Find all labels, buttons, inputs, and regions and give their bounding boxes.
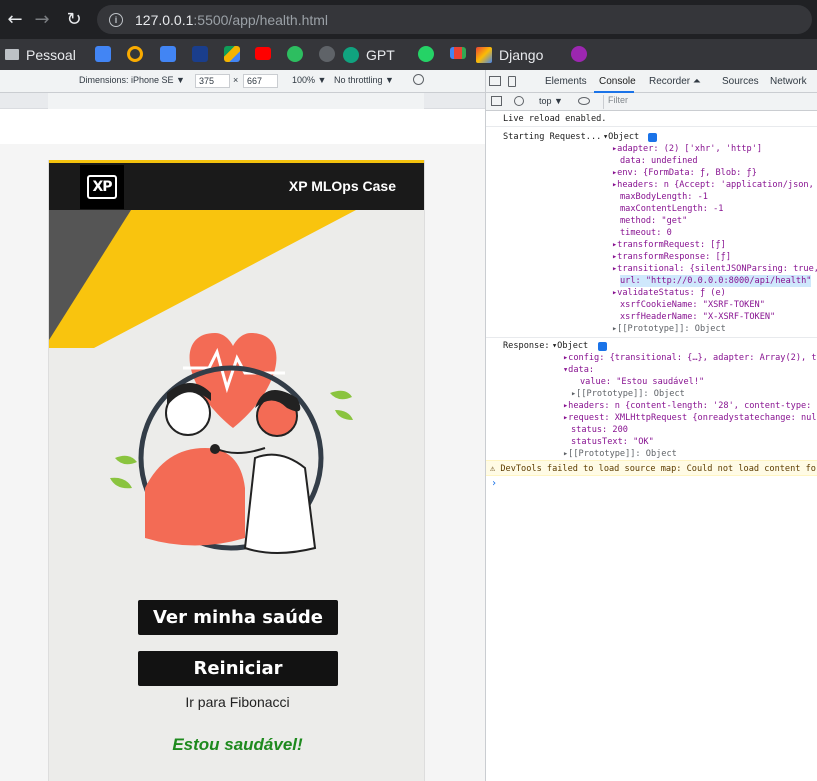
calendar-icon[interactable] [160, 46, 176, 62]
object-property: data: undefined [620, 156, 698, 166]
folder-icon [5, 49, 19, 60]
console-message: Response: [503, 341, 555, 351]
whatsapp-icon[interactable] [418, 46, 434, 62]
reset-button[interactable]: Reiniciar [138, 651, 338, 686]
object-property: method: "get" [620, 216, 688, 226]
object-property[interactable]: ▸[[Prototype]]: Object [612, 323, 726, 335]
mobile-page: XP XP MLOps Case Ver minha saúde Reinici… [48, 160, 425, 781]
object-property[interactable]: ▸headers: n {Accept: 'application/json, … [612, 179, 817, 191]
console-filter-input[interactable]: Filter [603, 95, 817, 109]
back-icon[interactable]: ← [0, 4, 30, 34]
object-property: value: "Estou saudável!" [580, 377, 705, 387]
dimension-separator: × [233, 75, 239, 85]
health-illustration [110, 333, 353, 554]
browser-toolbar: ← → ↻ i 127.0.0.1:5500/app/health.html [0, 0, 817, 39]
django-icon [476, 46, 492, 63]
media-query-ruler[interactable] [0, 93, 485, 109]
object-property[interactable]: ▸headers: n {content-length: '28', conte… [563, 400, 817, 412]
drive-icon[interactable] [224, 46, 240, 62]
rotate-icon[interactable] [413, 74, 424, 85]
bookmark-pessoal[interactable]: Pessoal [5, 39, 76, 70]
app-header: XP XP MLOps Case [49, 163, 424, 210]
fibonacci-link[interactable]: Ir para Fibonacci [49, 694, 424, 710]
health-status-text: Estou saudável! [172, 735, 303, 754]
object-property: xsrfCookieName: "XSRF-TOKEN" [620, 300, 765, 310]
object-property[interactable]: ▸[[Prototype]]: Object [571, 388, 685, 400]
sidebar-toggle-icon[interactable] [491, 96, 502, 106]
bookmark-label: GPT [366, 46, 395, 63]
console-output: Live reload enabled. Starting Request...… [486, 111, 817, 781]
tab-sources[interactable]: Sources [722, 76, 759, 87]
object-property[interactable]: ▸request: XMLHttpRequest {onreadystatech… [563, 412, 817, 424]
tab-recorder[interactable]: Recorder ⏶ [649, 76, 701, 87]
device-height-input[interactable]: 667 [243, 74, 278, 88]
warning-text: ⚠ DevTools failed to load source map: Co… [490, 464, 817, 474]
object-property: status: 200 [571, 425, 628, 435]
object-toggle[interactable]: ▾Object [603, 131, 644, 143]
console-message: Starting Request... [503, 132, 607, 142]
object-property[interactable]: ▸env: {FormData: ƒ, Blob: ƒ} [612, 167, 757, 179]
tab-console[interactable]: Console [599, 76, 636, 87]
device-icon[interactable] [508, 76, 516, 87]
bookmark-gpt[interactable]: GPT [343, 39, 395, 70]
github-icon[interactable] [319, 46, 335, 62]
site-info-icon[interactable]: i [109, 12, 123, 27]
info-icon [598, 342, 607, 351]
xp-logo[interactable]: XP [80, 165, 124, 209]
url-path: :5500/app/health.html [193, 11, 329, 28]
devtools-panel: Elements Console Recorder ⏶ Sources Netw… [485, 70, 817, 781]
object-property: maxBodyLength: -1 [620, 192, 708, 202]
tab-network[interactable]: Network [770, 76, 807, 87]
bookmark-label: Django [499, 46, 544, 63]
object-property: xsrfHeaderName: "X-XSRF-TOKEN" [620, 312, 776, 322]
bookmarks-bar: Pessoal GPT Django [0, 39, 817, 70]
throttle-select[interactable]: No throttling ▼ [334, 75, 394, 85]
object-property[interactable]: ▸transformRequest: [ƒ] [612, 239, 726, 251]
reload-icon[interactable]: ↻ [59, 4, 89, 34]
address-bar[interactable]: i 127.0.0.1:5500/app/health.html [97, 5, 812, 34]
object-property[interactable]: ▸transitional: {silentJSONParsing: true, [612, 263, 817, 275]
object-property: statusText: "OK" [571, 437, 654, 447]
object-property[interactable]: ▸transformResponse: [ƒ] [612, 251, 731, 263]
inspect-icon[interactable] [489, 76, 501, 86]
app-title: XP MLOps Case [288, 178, 396, 194]
object-property[interactable]: ▸[[Prototype]]: Object [563, 448, 677, 460]
console-message: Live reload enabled. [503, 114, 607, 124]
device-select[interactable]: Dimensions: iPhone SE ▼ [79, 75, 185, 85]
device-toolbar: Dimensions: iPhone SE ▼ 375 × 667 100% ▼… [0, 70, 485, 93]
devtools-tabs: Elements Console Recorder ⏶ Sources Netw… [486, 70, 817, 93]
gmail-icon[interactable] [450, 47, 466, 59]
youtube-icon[interactable] [255, 47, 271, 60]
console-warning: ⚠ DevTools failed to load source map: Co… [486, 460, 817, 476]
evernote-icon[interactable] [287, 46, 303, 62]
zoom-select[interactable]: 100% ▼ [292, 75, 326, 85]
object-toggle[interactable]: ▾Object [552, 340, 593, 352]
forward-icon[interactable]: → [27, 4, 57, 34]
info-icon [648, 133, 657, 142]
device-width-input[interactable]: 375 [195, 74, 230, 88]
chatgpt-icon [343, 46, 359, 63]
object-property[interactable]: ▸validateStatus: ƒ (e) [612, 287, 726, 299]
logo-text: XP [87, 175, 117, 199]
circle-icon[interactable] [127, 46, 143, 62]
object-property[interactable]: ▾data: [563, 364, 594, 376]
object-property[interactable]: ▸config: {transitional: {…}, adapter: Ar… [563, 352, 817, 364]
context-select[interactable]: top ▼ [539, 96, 563, 106]
tab-elements[interactable]: Elements [545, 76, 587, 87]
object-property: maxContentLength: -1 [620, 204, 724, 214]
bookmark-django[interactable]: Django [476, 39, 543, 70]
object-property: timeout: 0 [620, 228, 672, 238]
url-host: 127.0.0.1 [135, 11, 194, 28]
link-icon[interactable] [192, 46, 208, 62]
clear-console-icon[interactable] [514, 96, 524, 106]
bookmark-label: Pessoal [26, 46, 76, 63]
view-health-button[interactable]: Ver minha saúde [138, 600, 338, 635]
console-toolbar: top ▼ Filter [486, 93, 817, 111]
object-property[interactable]: ▸adapter: (2) ['xhr', 'http'] [612, 143, 762, 155]
console-prompt[interactable]: › [491, 478, 497, 489]
eye-icon[interactable] [578, 97, 590, 105]
object-property-url: url: "http://0.0.0.0:8000/api/health" [620, 275, 812, 287]
badge-icon[interactable] [571, 46, 587, 62]
translate-icon[interactable] [95, 46, 111, 62]
